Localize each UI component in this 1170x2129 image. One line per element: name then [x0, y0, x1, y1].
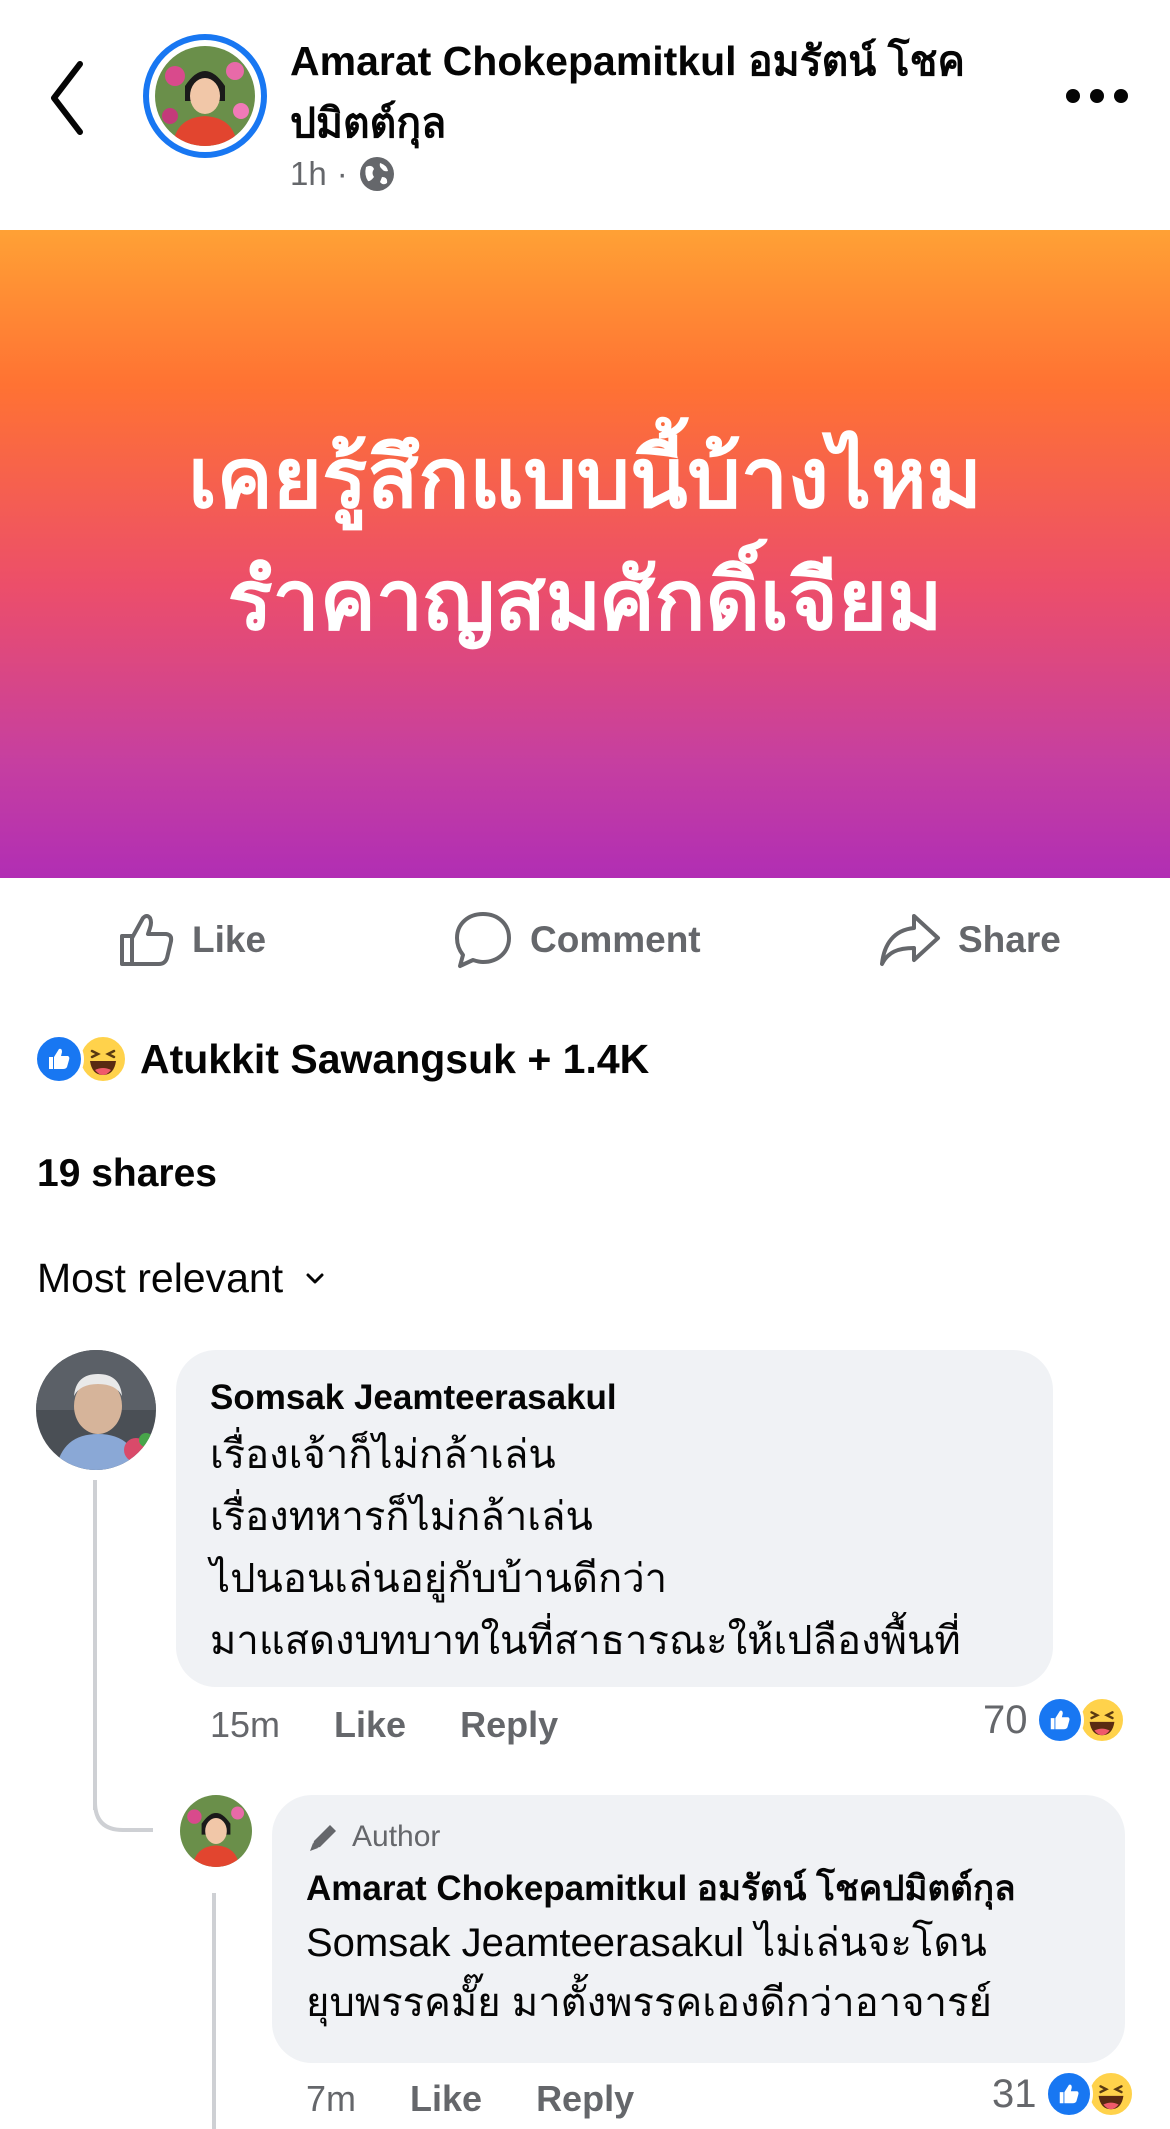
comment-sort-dropdown[interactable]: Most relevant	[37, 1255, 325, 1302]
globe-icon	[359, 157, 394, 191]
reactions-summary[interactable]: Atukkit Sawangsuk + 1.4K	[34, 1030, 649, 1088]
author-badge-label: Author	[352, 1820, 441, 1853]
comment-reactions[interactable]: 70	[983, 1696, 1126, 1744]
commenter-name[interactable]: Somsak Jeamteerasakul	[210, 1376, 1019, 1420]
haha-reaction-icon	[1086, 2070, 1135, 2118]
reply-reactions[interactable]: 31	[992, 2070, 1135, 2118]
comment-button[interactable]: Comment	[452, 905, 701, 975]
reply-author-name[interactable]: Amarat Chokepamitkul อมรัตน์ โชคปมิตต์กุ…	[306, 1867, 1091, 1911]
thumbs-up-icon	[120, 914, 174, 966]
thread-connector	[93, 1780, 153, 1832]
post-meta: 1h ·	[290, 155, 396, 193]
haha-reaction-icon	[1077, 1696, 1126, 1744]
comment-bubble[interactable]: Somsak Jeamteerasakul เรื่องเจ้าก็ไม่กล้…	[176, 1350, 1053, 1687]
like-button[interactable]: Like	[116, 905, 266, 975]
reply-author-photo	[180, 1795, 252, 1867]
reply-reaction-count: 31	[992, 2071, 1037, 2116]
post-time: 1h	[290, 155, 327, 192]
shares-count[interactable]: 19 shares	[37, 1152, 217, 1196]
author-avatar[interactable]	[143, 34, 267, 158]
reply-meta: 7m Like Reply	[306, 2078, 634, 2120]
banner-text: เคยรู้สึกแบบนี้บ้างไหม รำคาญสมศักดิ์เจีย…	[187, 431, 983, 647]
share-arrow-icon	[880, 914, 940, 966]
chevron-down-icon	[306, 1273, 324, 1283]
pencil-icon	[310, 1825, 336, 1851]
comment-label: Comment	[530, 919, 701, 960]
commenter-photo	[36, 1350, 156, 1470]
more-dot	[1114, 89, 1128, 103]
reply-like-button[interactable]: Like	[410, 2078, 482, 2120]
comment-bubble-icon	[455, 912, 511, 968]
sort-label: Most relevant	[37, 1255, 284, 1301]
back-button[interactable]	[44, 58, 94, 138]
reply-reply-button[interactable]: Reply	[536, 2078, 634, 2120]
reply-time: 7m	[306, 2078, 357, 2119]
reply-thread-line	[212, 1893, 216, 2129]
comment-reaction-count: 70	[983, 1697, 1028, 1742]
more-dots-icon	[1066, 89, 1080, 103]
like-reaction-icon	[1035, 1696, 1084, 1744]
commenter-avatar[interactable]	[36, 1350, 156, 1470]
chevron-left-icon	[51, 61, 83, 135]
like-reaction-icon	[34, 1034, 84, 1084]
comment-like-button[interactable]: Like	[334, 1704, 406, 1746]
like-label: Like	[192, 919, 267, 960]
post-text-banner: เคยรู้สึกแบบนี้บ้างไหม รำคาญสมศักดิ์เจีย…	[0, 230, 1170, 878]
like-reaction-icon	[1044, 2070, 1093, 2118]
reactions-summary-text: Atukkit Sawangsuk + 1.4K	[140, 1035, 650, 1082]
post-author-name[interactable]: Amarat Chokepamitkul อมรัตน์ โชคปมิตต์กุ…	[290, 30, 990, 154]
thread-line	[93, 1480, 97, 1810]
author-badge: Author	[306, 1817, 1091, 1857]
comment-time: 15m	[210, 1704, 281, 1745]
reply-bubble[interactable]: Author Amarat Chokepamitkul อมรัตน์ โชคป…	[272, 1795, 1125, 2063]
reply-text: Somsak Jeamteerasakul ไม่เล่นจะโดน ยุบพร…	[306, 1921, 992, 2025]
comment-meta: 15m Like Reply	[210, 1704, 558, 1746]
author-photo	[155, 46, 255, 146]
share-label: Share	[958, 919, 1061, 960]
haha-reaction-icon	[78, 1034, 128, 1084]
meta-separator: ·	[336, 155, 348, 192]
comment-reply-button[interactable]: Reply	[460, 1704, 558, 1746]
comment-text: เรื่องเจ้าก็ไม่กล้าเล่น เรื่องทหารก็ไม่ก…	[210, 1433, 961, 1663]
reply-author-avatar[interactable]	[180, 1795, 252, 1867]
more-dot	[1090, 89, 1104, 103]
share-button[interactable]: Share	[878, 905, 1061, 975]
more-options-button[interactable]	[1066, 82, 1130, 110]
